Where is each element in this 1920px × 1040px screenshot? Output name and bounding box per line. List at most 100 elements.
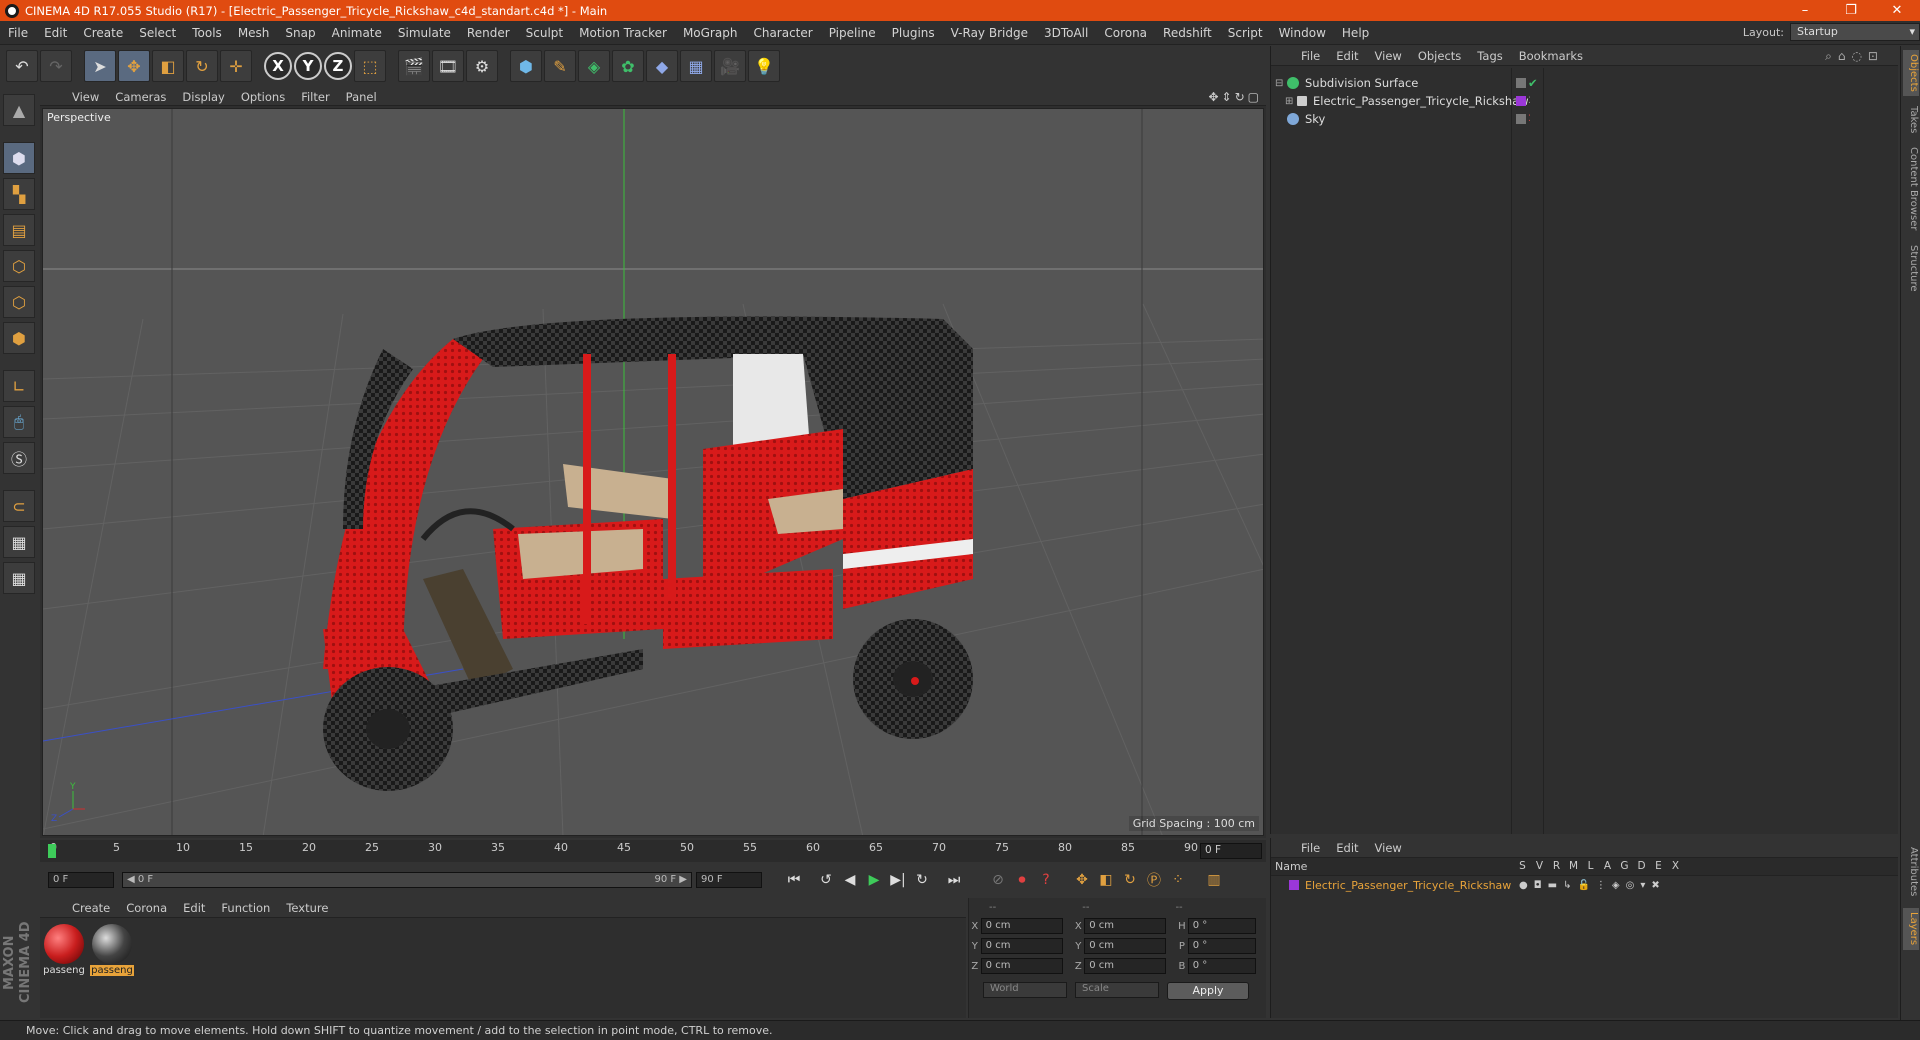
tab-attributes[interactable]: Attributes (1903, 842, 1919, 902)
size-z-field[interactable]: 0 cm (1084, 958, 1167, 974)
menu-select[interactable]: Select (131, 26, 184, 40)
viewport-menu-display[interactable]: Display (174, 90, 232, 104)
layer-toggle-icons[interactable]: ●◘▬↳🔓⋮◈◎▾✖ (1519, 880, 1666, 891)
key-param-icon[interactable]: Ⓟ (1142, 868, 1166, 892)
prev-frame-icon[interactable]: ◀ (838, 868, 862, 892)
position-z-field[interactable]: 0 cm (980, 958, 1063, 974)
playhead-marker[interactable] (48, 844, 56, 858)
object-row[interactable]: ⊟ Subdivision Surface ✔ (1271, 74, 1899, 92)
tab-structure[interactable]: Structure (1903, 240, 1919, 296)
menu-motion-tracker[interactable]: Motion Tracker (571, 26, 675, 40)
layout-dropdown[interactable]: Startup (1790, 23, 1920, 41)
goto-end-icon[interactable]: ⏭ (942, 868, 966, 892)
menu-pipeline[interactable]: Pipeline (821, 26, 884, 40)
workplane-icon[interactable]: ▤ (3, 214, 35, 246)
visibility-toggle-icon[interactable] (1516, 114, 1526, 124)
viewport-nav-icons[interactable]: ✥⇕↻▢ (1208, 90, 1262, 104)
om-menu-edit[interactable]: Edit (1328, 49, 1366, 63)
timeline-window-icon[interactable]: ▥ (1202, 868, 1226, 892)
om-menu-view[interactable]: View (1367, 49, 1410, 63)
cube-icon[interactable]: ⬢ (510, 50, 542, 82)
autokey-icon[interactable]: ? (1034, 868, 1058, 892)
axis-mode-icon[interactable]: ∟ (3, 370, 35, 402)
viewport-menu-cameras[interactable]: Cameras (107, 90, 174, 104)
menu-redshift[interactable]: Redshift (1155, 26, 1220, 40)
position-y-field[interactable]: 0 cm (980, 938, 1063, 954)
om-menu-tags[interactable]: Tags (1469, 49, 1510, 63)
points-mode-icon[interactable]: ⬡ (3, 250, 35, 282)
menu-plugins[interactable]: Plugins (884, 26, 943, 40)
menu-character[interactable]: Character (745, 26, 820, 40)
menu-sculpt[interactable]: Sculpt (518, 26, 571, 40)
rotation-p-field[interactable]: 0 ° (1187, 938, 1256, 954)
lm-menu-view[interactable]: View (1367, 841, 1410, 855)
rotate-icon[interactable]: ↻ (186, 50, 218, 82)
collapse-icon[interactable]: ⊟ (1275, 78, 1283, 89)
tab-layers[interactable]: Layers (1903, 908, 1919, 950)
z-axis-icon[interactable]: Z (324, 52, 352, 80)
close-button[interactable]: ✕ (1874, 0, 1920, 21)
menu-mesh[interactable]: Mesh (230, 26, 278, 40)
expand-icon[interactable]: ⊞ (1285, 96, 1293, 107)
menu-snap[interactable]: Snap (277, 26, 323, 40)
size-y-field[interactable]: 0 cm (1084, 938, 1167, 954)
minimize-button[interactable]: – (1782, 0, 1828, 21)
tab-takes[interactable]: Takes (1903, 102, 1919, 138)
object-row[interactable]: Sky ⁚ (1271, 110, 1899, 128)
polygons-mode-icon[interactable]: ⬢ (3, 322, 35, 354)
menu-tools[interactable]: Tools (184, 26, 230, 40)
key-scale-icon[interactable]: ◧ (1094, 868, 1118, 892)
object-row[interactable]: ⊞ Electric_Passenger_Tricycle_Rickshaw ⁚ (1271, 92, 1899, 110)
render-settings-icon[interactable]: ⚙ (466, 50, 498, 82)
tab-objects[interactable]: Objects (1903, 50, 1919, 96)
x-axis-icon[interactable]: X (264, 52, 292, 80)
subdivision-icon[interactable]: ◈ (578, 50, 610, 82)
tab-content-browser[interactable]: Content Browser (1903, 144, 1919, 234)
om-menu-objects[interactable]: Objects (1410, 49, 1469, 63)
rotation-b-field[interactable]: 0 ° (1187, 958, 1256, 974)
cloner-icon[interactable]: ✿ (612, 50, 644, 82)
menu-edit[interactable]: Edit (36, 26, 75, 40)
floor-icon[interactable]: ▦ (680, 50, 712, 82)
material-menu-function[interactable]: Function (213, 901, 278, 915)
redo-icon[interactable]: ↷ (40, 50, 72, 82)
layer-color-swatch[interactable] (1289, 880, 1299, 890)
menu-create[interactable]: Create (75, 26, 131, 40)
y-axis-icon[interactable]: Y (294, 52, 322, 80)
magnet-icon[interactable]: ⊂ (3, 490, 35, 522)
tweak-mode-icon[interactable]: 🖱 (3, 406, 35, 438)
next-frame-icon[interactable]: ▶| (886, 868, 910, 892)
solo-icon[interactable]: ▦ (3, 562, 35, 594)
end-frame-field[interactable]: 90 F (696, 872, 762, 888)
frame-range-slider[interactable]: ◀ 0 F 90 F ▶ (122, 872, 692, 888)
material-menu-texture[interactable]: Texture (278, 901, 336, 915)
om-menu-file[interactable]: File (1293, 49, 1328, 63)
key-position-icon[interactable]: ✥ (1070, 868, 1094, 892)
scale-icon[interactable]: ◧ (152, 50, 184, 82)
material-menu-edit[interactable]: Edit (175, 901, 213, 915)
size-x-field[interactable]: 0 cm (1084, 918, 1167, 934)
menu-corona[interactable]: Corona (1096, 26, 1155, 40)
maximize-button[interactable]: ❐ (1828, 0, 1874, 21)
light-icon[interactable]: 💡 (748, 50, 780, 82)
viewport-menu-options[interactable]: Options (233, 90, 293, 104)
record-icon[interactable]: ⏺ (1010, 868, 1034, 892)
viewport-menu-view[interactable]: View (64, 90, 107, 104)
apply-button[interactable]: Apply (1167, 982, 1249, 1000)
rotation-h-field[interactable]: 0 ° (1187, 918, 1256, 934)
layer-row[interactable]: Electric_Passenger_Tricycle_Rickshaw ●◘▬… (1271, 876, 1898, 894)
move-icon[interactable]: ✥ (118, 50, 150, 82)
material-menu-create[interactable]: Create (64, 901, 118, 915)
menu-script[interactable]: Script (1220, 26, 1271, 40)
edges-mode-icon[interactable]: ⬡ (3, 286, 35, 318)
viewport-menu-panel[interactable]: Panel (338, 90, 385, 104)
visibility-toggle-icon[interactable] (1516, 78, 1526, 88)
om-toolbar-icons[interactable]: ⌕⌂◌⊡ (1817, 49, 1892, 64)
menu-simulate[interactable]: Simulate (390, 26, 459, 40)
key-rotation-icon[interactable]: ↻ (1118, 868, 1142, 892)
material-menu-corona[interactable]: Corona (118, 901, 175, 915)
visibility-dots-icon[interactable]: ⁚ (1528, 114, 1531, 124)
undo-icon[interactable]: ↶ (6, 50, 38, 82)
camera-icon[interactable]: 🎥 (714, 50, 746, 82)
snap-icon[interactable]: Ⓢ (3, 442, 35, 474)
